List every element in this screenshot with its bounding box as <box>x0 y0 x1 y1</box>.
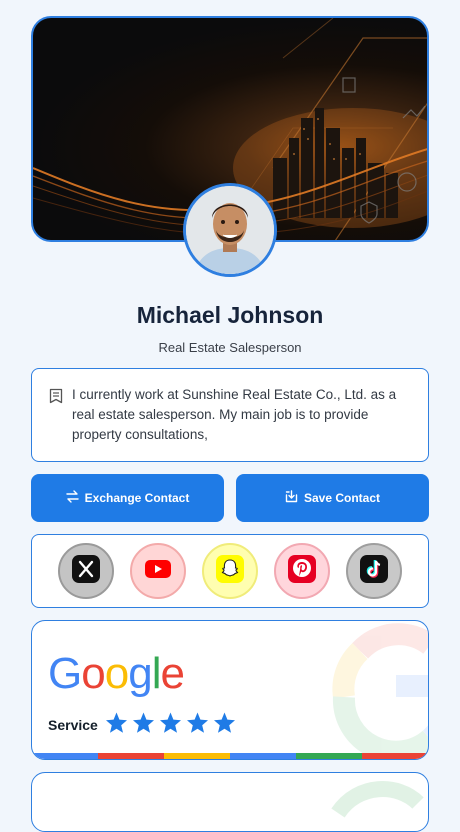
bio-card: I currently work at Sunshine Real Estate… <box>31 368 429 462</box>
star-icon <box>160 712 181 733</box>
tiktok-link[interactable] <box>346 543 402 599</box>
snapchat-link[interactable] <box>202 543 258 599</box>
google-letter-g: G <box>48 649 82 698</box>
pinterest-icon <box>287 554 317 589</box>
exchange-icon <box>65 490 79 506</box>
star-icon <box>187 712 208 733</box>
service-label: Service <box>48 717 98 733</box>
youtube-link[interactable] <box>130 543 186 599</box>
save-contact-label: Save Contact <box>303 491 381 505</box>
download-icon <box>285 490 298 506</box>
star-rating <box>104 711 237 735</box>
google-letter-o1: o <box>81 649 106 698</box>
profile-title: Real Estate Salesperson <box>158 340 302 355</box>
pinterest-link[interactable] <box>274 543 330 599</box>
next-review-card[interactable] <box>31 772 429 832</box>
bio-text: I currently work at Sunshine Real Estate… <box>72 387 397 442</box>
google-review-card[interactable]: Google Service <box>31 620 429 760</box>
x-icon <box>71 554 101 589</box>
exchange-contact-button[interactable]: Exchange Contact <box>31 474 224 522</box>
star-icon <box>133 712 154 733</box>
google-watermark-icon <box>332 623 428 759</box>
exchange-contact-label: Exchange Contact <box>84 491 190 505</box>
star-icon <box>106 712 127 733</box>
save-contact-button[interactable]: Save Contact <box>236 474 429 522</box>
x-link[interactable] <box>58 543 114 599</box>
bookmark-note-icon <box>49 388 63 409</box>
google-letter-e: e <box>160 649 185 698</box>
star-icon <box>214 712 235 733</box>
google-letter-o2: o <box>104 649 130 698</box>
snapchat-icon <box>215 554 245 589</box>
profile-photo <box>186 186 274 274</box>
profile-name: Michael Johnson <box>136 302 324 328</box>
google-logo: Google <box>48 649 185 699</box>
card-watermark-icon <box>331 781 424 818</box>
youtube-icon <box>144 558 172 585</box>
tiktok-icon <box>359 554 389 589</box>
google-letter-g2: g <box>128 649 153 698</box>
social-links <box>31 534 429 608</box>
avatar <box>183 183 277 277</box>
google-color-stripe <box>32 753 428 759</box>
